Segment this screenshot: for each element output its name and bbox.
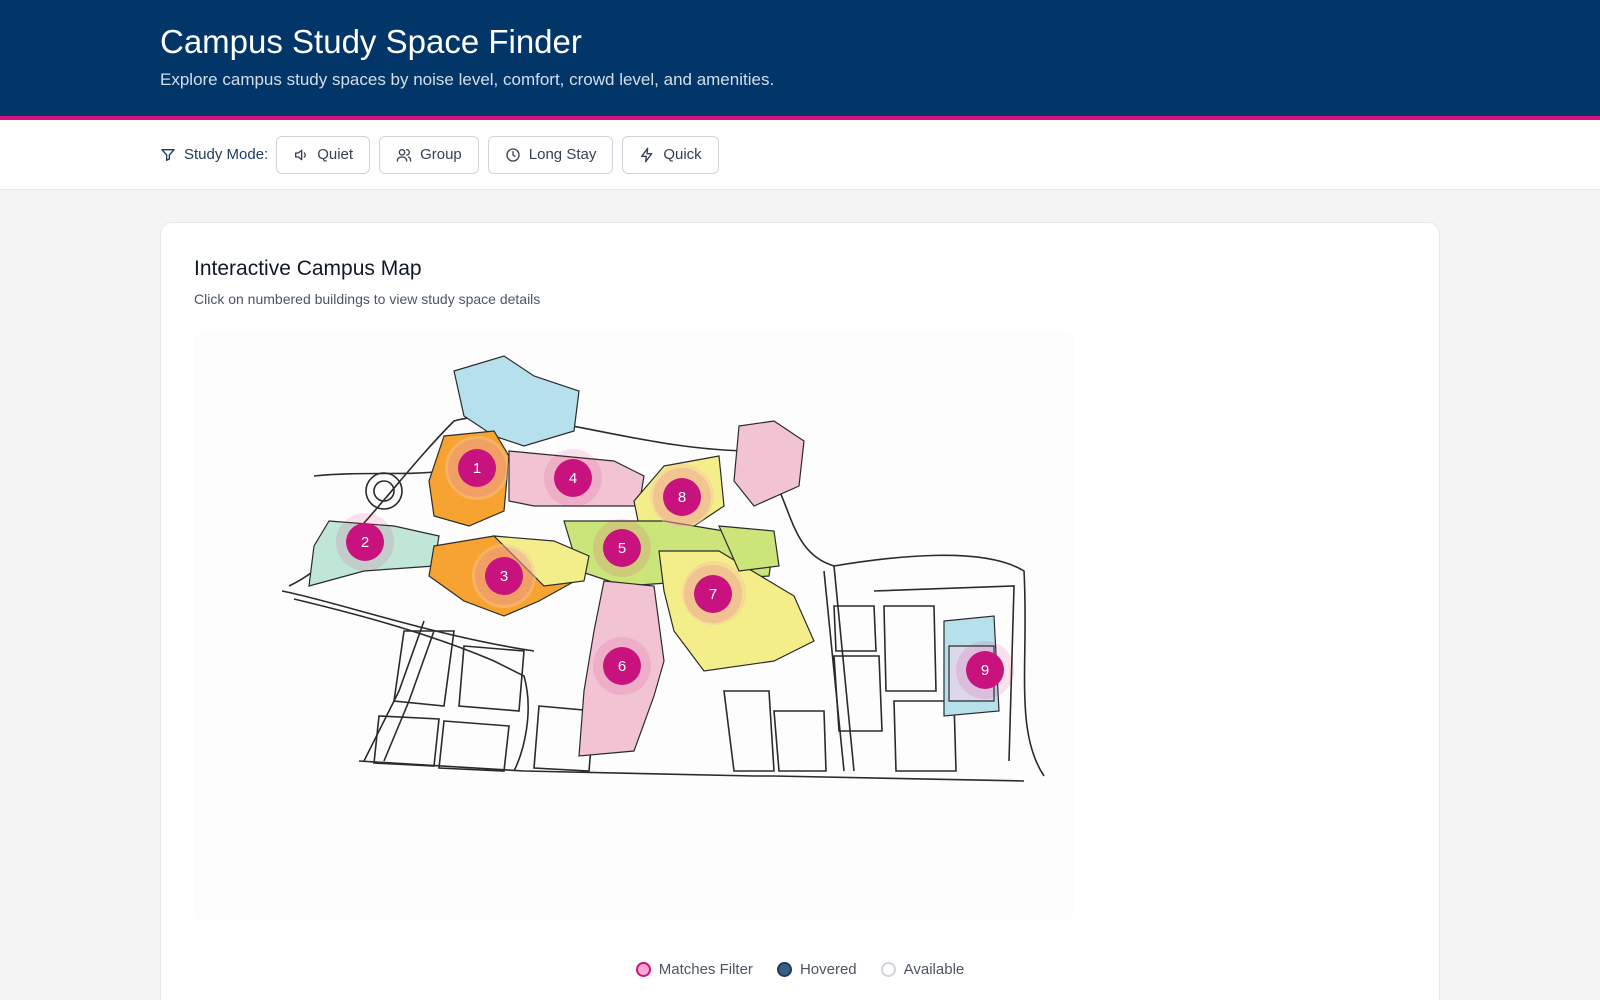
lightning-icon <box>639 147 655 163</box>
study-mode-label-group: Study Mode: <box>160 146 268 163</box>
building-marker-5[interactable]: 5 <box>603 529 641 567</box>
building-marker-4[interactable]: 4 <box>554 459 592 497</box>
legend-item-available: Available <box>880 961 965 978</box>
building-marker-6[interactable]: 6 <box>603 647 641 685</box>
study-mode-filter-bar: Study Mode: Quiet Group Long Stay Quick <box>0 120 1600 190</box>
available-swatch <box>880 962 896 977</box>
mode-button-quiet[interactable]: Quiet <box>276 135 371 174</box>
legend-label: Hovered <box>799 961 857 978</box>
mode-button-long-stay[interactable]: Long Stay <box>487 135 614 174</box>
mode-button-label: Quiet <box>317 146 354 163</box>
users-icon <box>396 147 412 163</box>
building-marker-7[interactable]: 7 <box>694 575 732 613</box>
mode-button-quick[interactable]: Quick <box>622 135 719 174</box>
clock-icon <box>505 147 521 163</box>
filter-icon <box>160 147 176 163</box>
mode-button-group[interactable]: Group <box>379 135 479 174</box>
map-card-title: Interactive Campus Map <box>194 257 422 280</box>
building-marker-1[interactable]: 1 <box>458 449 496 487</box>
study-mode-label: Study Mode: <box>184 146 269 163</box>
legend-item-matches-filter: Matches Filter <box>635 961 753 978</box>
hovered-swatch <box>776 962 792 977</box>
speaker-icon <box>293 147 309 163</box>
map-card-subtitle: Click on numbered buildings to view stud… <box>194 291 541 307</box>
legend-label: Matches Filter <box>658 961 753 978</box>
building-marker-9[interactable]: 9 <box>966 651 1004 689</box>
map-legend: Matches Filter Hovered Available <box>161 961 1439 978</box>
mode-button-label: Quick <box>663 146 702 163</box>
building-marker-3[interactable]: 3 <box>485 557 523 595</box>
legend-label: Available <box>903 961 965 978</box>
mode-button-label: Group <box>420 146 462 163</box>
page-title: Campus Study Space Finder <box>160 23 582 60</box>
mode-button-label: Long Stay <box>528 146 597 163</box>
campus-map-illustration <box>281 355 1045 782</box>
building-marker-2[interactable]: 2 <box>346 523 384 561</box>
app-header: Campus Study Space Finder Explore campus… <box>0 0 1600 120</box>
building-marker-8[interactable]: 8 <box>663 478 701 516</box>
matches-filter-swatch <box>635 962 651 977</box>
campus-map-card: Interactive Campus Map Click on numbered… <box>160 222 1440 1000</box>
legend-item-hovered: Hovered <box>776 961 857 978</box>
campus-map[interactable]: 1 2 3 4 5 6 7 8 9 <box>194 331 1074 921</box>
page-subtitle: Explore campus study spaces by noise lev… <box>160 70 775 89</box>
